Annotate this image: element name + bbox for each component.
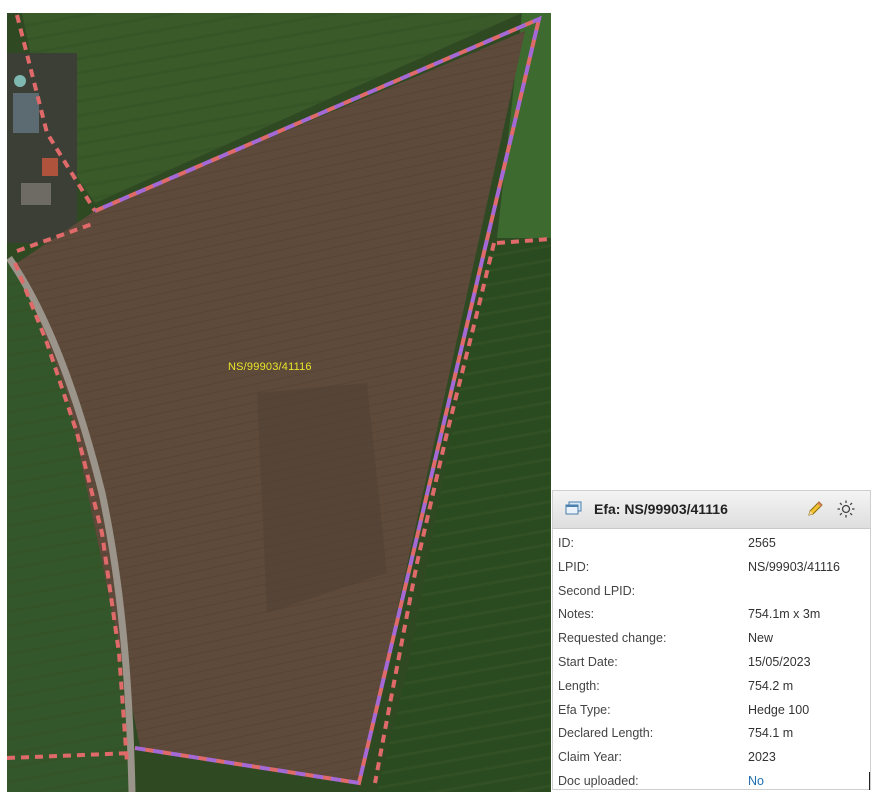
row-claim-year: Claim Year: 2023 [553, 746, 870, 770]
row-second-lpid: Second LPID: [553, 580, 870, 604]
field-value: 754.2 m [748, 678, 794, 693]
row-requested-change: Requested change: New [553, 627, 870, 651]
feature-info-panel: Efa: NS/99903/41116 ID: 2565 LPID: NS/99… [552, 490, 871, 790]
row-doc-uploaded: Doc uploaded: No [553, 770, 870, 794]
text-cursor [869, 772, 870, 790]
field-value: 754.1m x 3m [748, 607, 821, 622]
window-icon [565, 501, 582, 515]
field-label: ID: [558, 536, 574, 550]
field-value: Hedge 100 [748, 702, 810, 717]
doc-uploaded-link[interactable]: No [748, 770, 764, 794]
field-value: 754.1 m [748, 726, 794, 741]
row-declared-length: Declared Length: 754.1 m [553, 722, 870, 746]
field-value: 2023 [748, 750, 776, 765]
field-label: Efa Type: [558, 702, 611, 717]
field-value: New [748, 631, 774, 646]
attribute-list: ID: 2565 LPID: NS/99903/41116 Second LPID:… [553, 529, 870, 794]
parcel-label[interactable]: NS/99903/41116 [228, 361, 312, 373]
field-label: LPID: [558, 559, 590, 574]
field-label: Claim Year: [558, 750, 622, 765]
field-label: Requested change: [558, 631, 667, 646]
aerial-map[interactable]: NS/99903/41116 [7, 13, 551, 792]
field-label: Start Date: [558, 654, 618, 669]
field-label: Declared Length: [558, 726, 654, 741]
row-length: Length: 754.2 m [553, 675, 870, 699]
row-lpid: LPID: NS/99903/41116 [553, 556, 870, 580]
field-label: Length: [558, 678, 600, 693]
map-imagery [7, 13, 551, 792]
field-value: NS/99903/41116 [748, 559, 840, 574]
panel-title: Efa: NS/99903/41116 [594, 501, 728, 517]
sun-icon[interactable] [836, 499, 856, 519]
row-start-date: Start Date: 15/05/2023 [553, 651, 870, 675]
row-efa-type: Efa Type: Hedge 100 [553, 699, 870, 723]
field-label: Notes: [558, 607, 595, 622]
field-value: 15/05/2023 [748, 654, 811, 669]
row-notes: Notes: 754.1m x 3m [553, 603, 870, 627]
field-label: Second LPID: [558, 583, 636, 598]
panel-header: Efa: NS/99903/41116 [553, 491, 870, 529]
pencil-icon[interactable] [805, 499, 825, 519]
field-value: 2565 [748, 536, 776, 550]
row-id: ID: 2565 [553, 532, 870, 556]
field-label: Doc uploaded: [558, 773, 639, 788]
